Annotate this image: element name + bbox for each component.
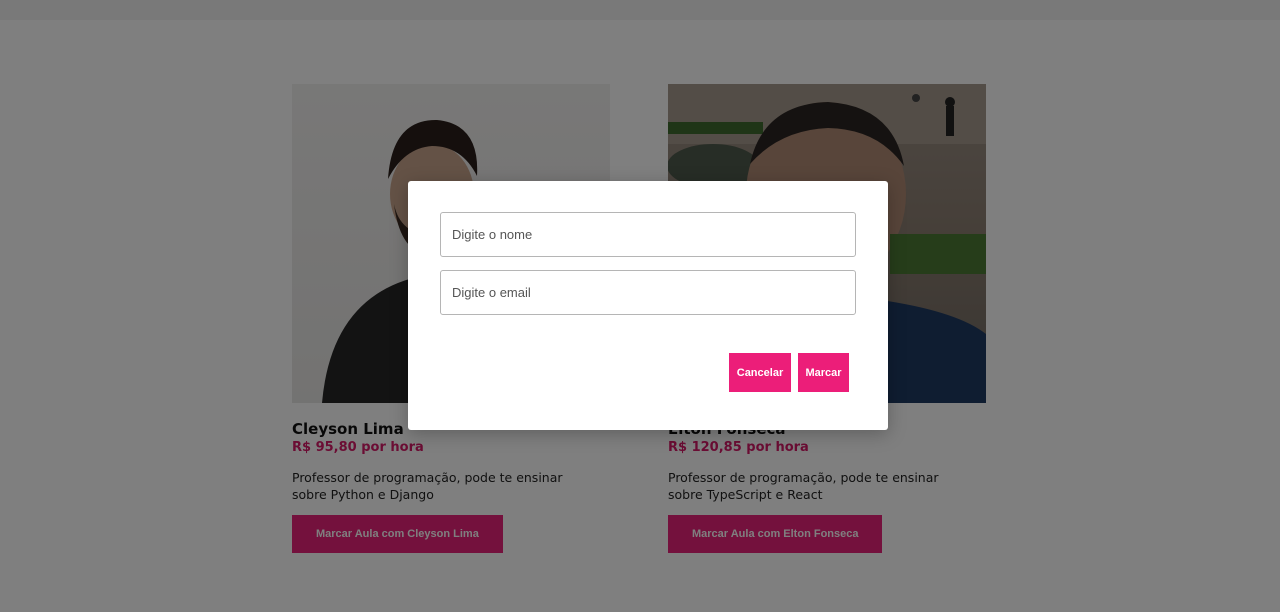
confirm-button[interactable]: Marcar xyxy=(798,353,849,392)
email-input[interactable] xyxy=(440,270,856,315)
name-input[interactable] xyxy=(440,212,856,257)
cancel-button[interactable]: Cancelar xyxy=(729,353,791,392)
booking-modal: Cancelar Marcar xyxy=(408,181,888,430)
